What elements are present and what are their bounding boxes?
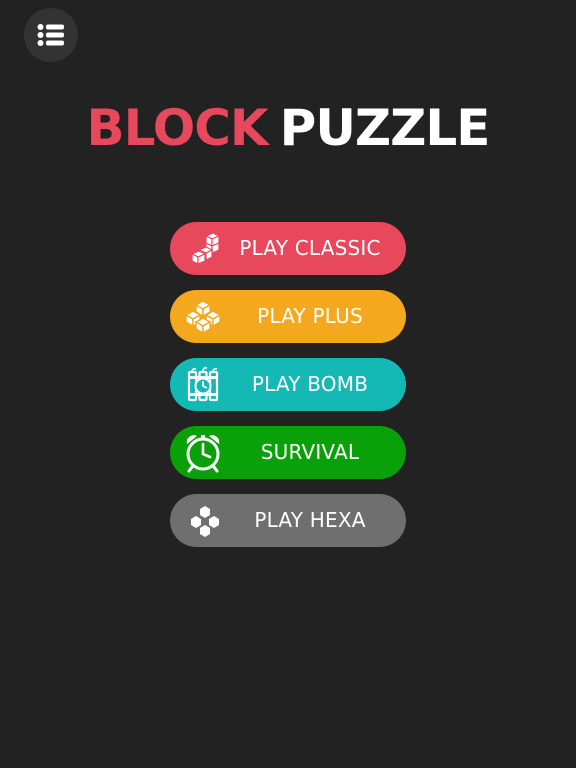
alarm-clock-icon xyxy=(184,434,222,473)
play-plus-button[interactable]: PLAY PLUS xyxy=(170,290,406,343)
title-word-block: BLOCK xyxy=(86,99,269,157)
play-classic-button[interactable]: PLAY CLASSIC xyxy=(170,222,406,275)
title-word-puzzle: PUZZLE xyxy=(279,99,491,157)
survival-button[interactable]: SURVIVAL xyxy=(170,426,406,479)
tetromino-blocks-icon xyxy=(184,230,222,268)
dynamite-bomb-icon xyxy=(184,366,222,404)
game-title: BLOCK PUZZLE xyxy=(0,96,576,160)
play-hexa-label: PLAY HEXA xyxy=(254,508,366,532)
survival-label: SURVIVAL xyxy=(260,440,360,464)
play-hexa-button[interactable]: PLAY HEXA xyxy=(170,494,406,547)
hexagons-icon xyxy=(184,502,222,540)
list-menu-icon xyxy=(37,24,64,46)
mode-button-list: PLAY CLASSIC PLAY PLUS PLAY BOMB SURVIVA… xyxy=(170,222,406,562)
play-bomb-label: PLAY BOMB xyxy=(251,372,369,396)
play-bomb-button[interactable]: PLAY BOMB xyxy=(170,358,406,411)
main-menu-screen: BLOCK PUZZLE PLAY CLASSIC PLAY PLUS PLAY… xyxy=(0,0,576,768)
menu-button[interactable] xyxy=(24,8,78,62)
play-plus-label: PLAY PLUS xyxy=(257,304,363,328)
play-classic-label: PLAY CLASSIC xyxy=(239,236,381,260)
cube-cluster-icon xyxy=(184,298,222,336)
